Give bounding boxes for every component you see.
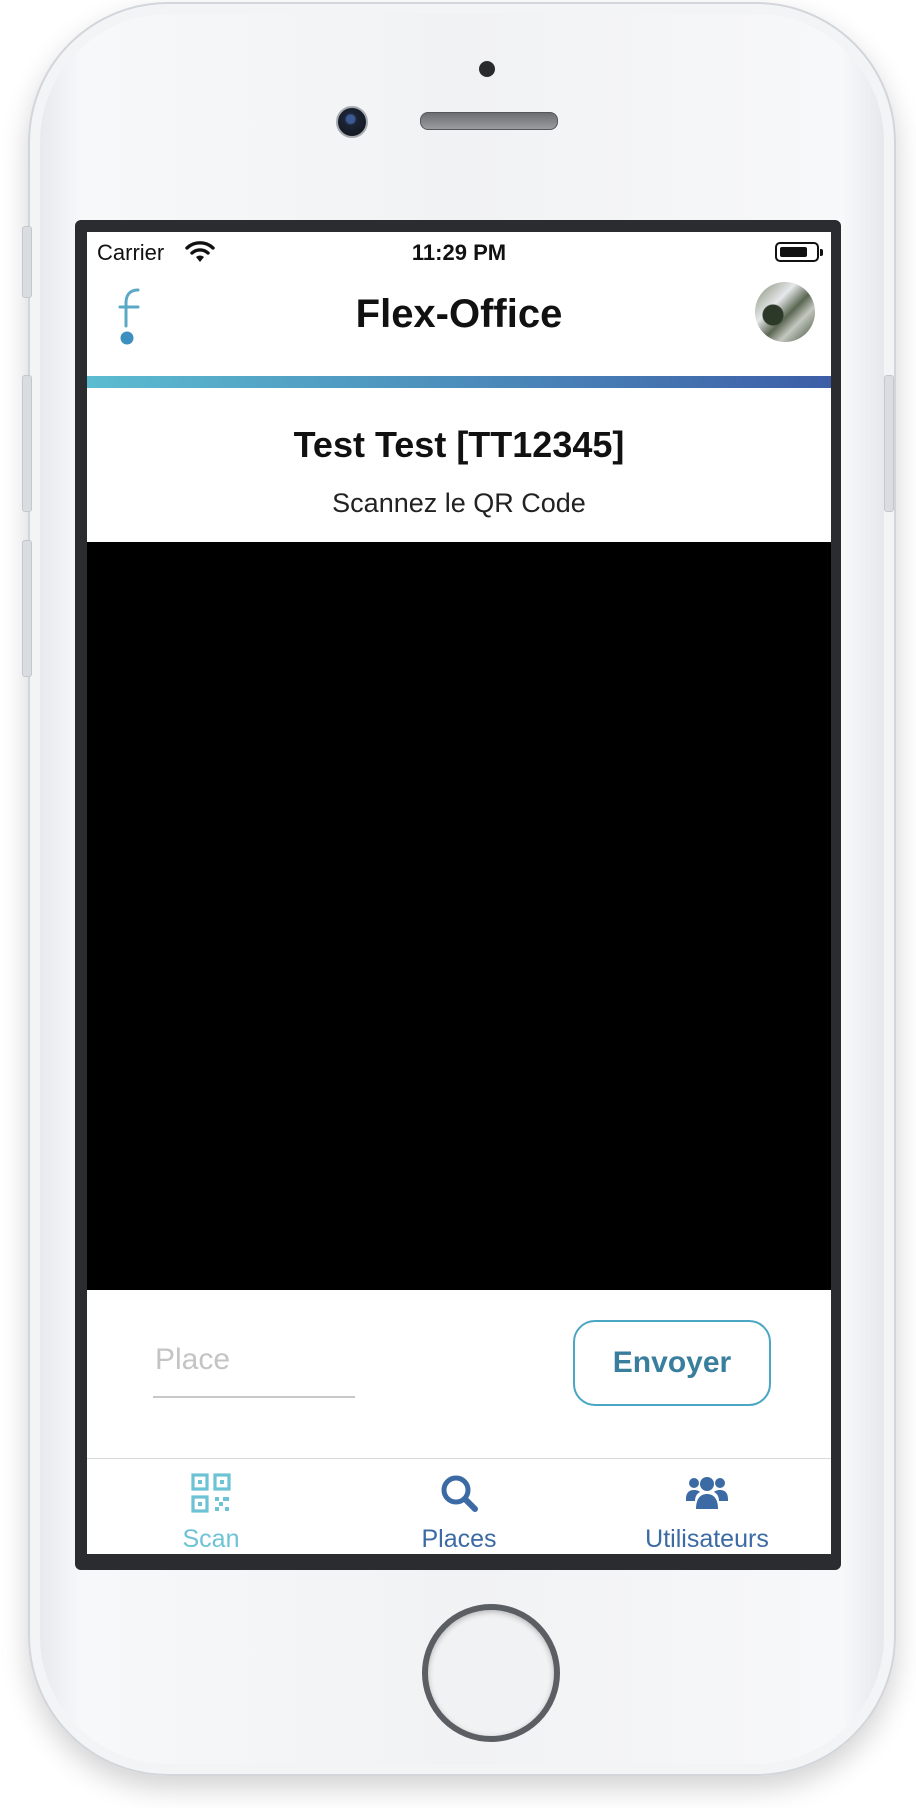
place-input[interactable] (153, 1330, 355, 1398)
tab-users[interactable]: Utilisateurs (583, 1459, 831, 1554)
app-title: Flex-Office (355, 292, 563, 336)
qr-scanner-view[interactable] (87, 542, 831, 1290)
status-bar: Carrier 11:29 PM (87, 232, 831, 272)
battery-level (780, 247, 807, 257)
mute-switch (22, 226, 32, 298)
manual-entry-area: Envoyer (87, 1290, 831, 1458)
volume-up-button (22, 375, 32, 512)
user-name-title: Test Test [TT12345] (293, 424, 625, 465)
nav-bar: Flex-Office (87, 272, 831, 356)
home-button[interactable] (422, 1604, 560, 1742)
tab-scan-label: Scan (182, 1525, 240, 1553)
scan-instruction: Scannez le QR Code (332, 488, 586, 518)
tab-bar: Scan Places Utilisateurs (87, 1458, 831, 1554)
volume-down-button (22, 540, 32, 677)
users-icon (686, 1477, 728, 1509)
accent-divider (87, 376, 831, 388)
send-button[interactable]: Envoyer (573, 1320, 771, 1406)
battery-icon (775, 242, 823, 262)
user-avatar[interactable] (755, 282, 815, 342)
search-icon (441, 1475, 478, 1512)
app-screen: Carrier 11:29 PM Flex-Office Test Test [… (87, 232, 831, 1554)
tab-users-label: Utilisateurs (645, 1525, 769, 1553)
earpiece-speaker (420, 112, 558, 130)
tab-places-label: Places (421, 1525, 497, 1553)
qr-code-icon (191, 1473, 231, 1513)
tab-scan[interactable]: Scan (87, 1459, 335, 1554)
front-camera (336, 106, 368, 138)
power-button (884, 375, 894, 512)
scan-header: Test Test [TT12345] Scannez le QR Code (87, 388, 831, 540)
status-time: 11:29 PM (411, 240, 507, 265)
proximity-sensor (479, 61, 495, 77)
tab-places[interactable]: Places (335, 1459, 583, 1554)
